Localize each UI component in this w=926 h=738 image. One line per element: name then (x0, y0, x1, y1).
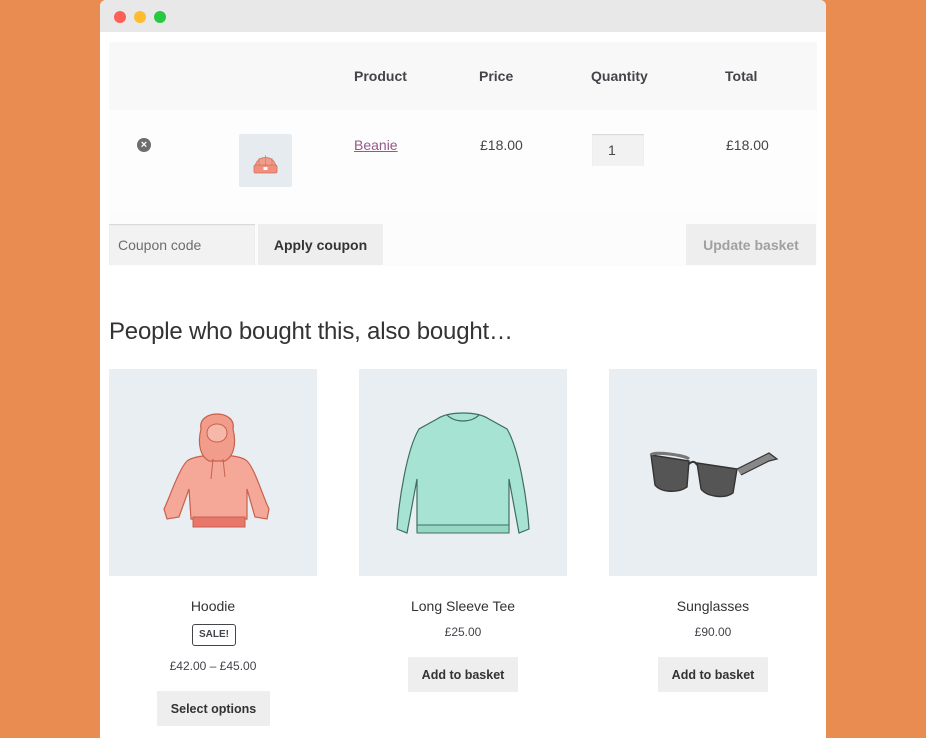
product-link-beanie[interactable]: Beanie (354, 137, 398, 153)
header-total: Total (725, 68, 758, 84)
cart-item-row: × Beanie £18.00 £18.00 (109, 110, 817, 210)
maximize-window-button[interactable] (154, 11, 166, 23)
product-card-hoodie: Hoodie SALE! £42.00 – £45.00 Select opti… (109, 369, 317, 726)
browser-window: Product Price Quantity Total × Beanie £1… (100, 0, 826, 738)
title-bar (100, 0, 826, 32)
product-card-long-sleeve-tee: Long Sleeve Tee £25.00 Add to basket (359, 369, 567, 692)
apply-coupon-button[interactable]: Apply coupon (258, 224, 383, 265)
product-card-sunglasses: Sunglasses £90.00 Add to basket (609, 369, 817, 692)
product-image-sunglasses[interactable] (609, 369, 817, 576)
minimize-window-button[interactable] (134, 11, 146, 23)
cart-table-header: Product Price Quantity Total (109, 42, 817, 110)
select-options-button[interactable]: Select options (157, 691, 270, 726)
quantity-input[interactable] (592, 134, 644, 166)
beanie-image (253, 155, 278, 174)
add-to-basket-button[interactable]: Add to basket (408, 657, 518, 692)
product-name[interactable]: Long Sleeve Tee (359, 598, 567, 614)
beanie-thumbnail[interactable] (239, 134, 292, 187)
long-sleeve-tee-image (396, 412, 530, 534)
cross-sells-title: People who bought this, also bought… (109, 318, 513, 345)
header-product: Product (354, 68, 407, 84)
product-name[interactable]: Hoodie (109, 598, 317, 614)
sale-badge: SALE! (192, 624, 236, 646)
item-price: £18.00 (480, 137, 523, 153)
header-price: Price (479, 68, 514, 84)
product-price: £42.00 – £45.00 (169, 659, 257, 673)
update-basket-button[interactable]: Update basket (686, 224, 816, 265)
header-quantity: Quantity (591, 68, 648, 84)
item-total: £18.00 (726, 137, 769, 153)
cart-actions: Apply coupon Update basket (109, 210, 817, 266)
product-image-long-sleeve-tee[interactable] (359, 369, 567, 576)
sunglasses-image (649, 451, 779, 498)
product-price: £25.00 (444, 625, 482, 639)
product-image-hoodie[interactable] (109, 369, 317, 576)
close-circle-icon[interactable]: × (137, 138, 151, 152)
close-window-button[interactable] (114, 11, 126, 23)
coupon-code-input[interactable] (109, 224, 255, 265)
product-price: £90.00 (694, 625, 732, 639)
hoodie-image (163, 413, 270, 528)
add-to-basket-button[interactable]: Add to basket (658, 657, 768, 692)
product-name[interactable]: Sunglasses (609, 598, 817, 614)
